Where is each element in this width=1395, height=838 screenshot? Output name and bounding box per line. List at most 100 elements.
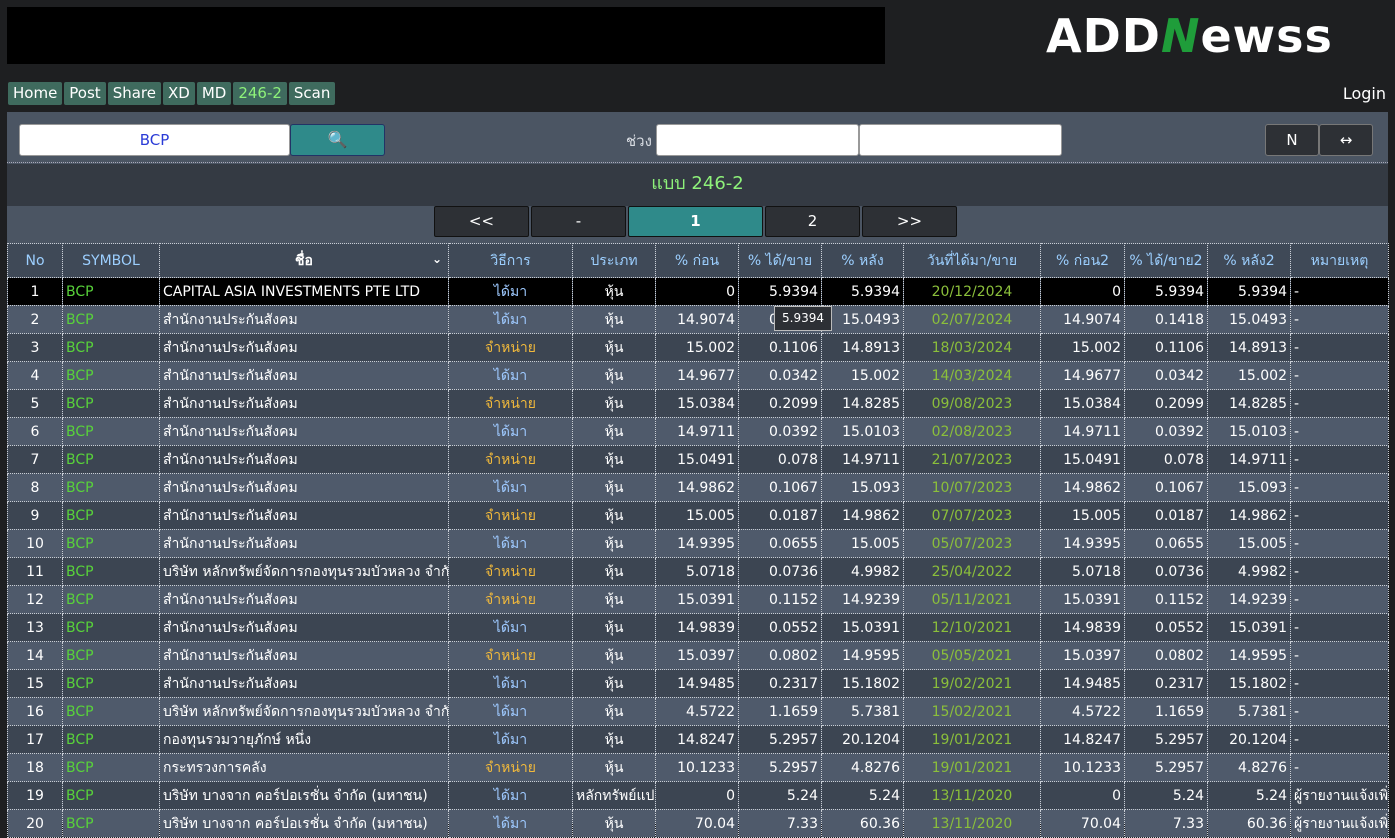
cell-b: 14.9677 [655, 361, 739, 390]
column-header[interactable]: ประเภท [572, 243, 656, 278]
chevron-down-icon[interactable]: ⌄ [432, 252, 442, 266]
table-row[interactable]: 9 BCP สำนักงานประกันสังคม จำหน่าย หุ้น 15.005… [7, 501, 1389, 530]
site-logo[interactable]: ADDNewss [1046, 6, 1384, 66]
cell-date: 25/04/2022 [903, 557, 1041, 586]
cell-a2: 15.093 [1207, 473, 1291, 502]
cell-b: 14.9485 [655, 669, 739, 698]
table-row[interactable]: 15 BCP สำนักงานประกันสังคม ได้มา หุ้น 14.9485… [7, 669, 1389, 698]
cell-b2: 14.9711 [1040, 417, 1125, 446]
cell-sym[interactable]: BCP [62, 501, 160, 530]
table-row[interactable]: 6 BCP สำนักงานประกันสังคม ได้มา หุ้น 14.9711 0… [7, 417, 1389, 446]
cell-sym[interactable]: BCP [62, 361, 160, 390]
column-header[interactable]: วิธีการ [448, 243, 573, 278]
table-row[interactable]: 19 BCP บริษัท บางจาก คอร์ปอเรชั่น จำกัด (ม… [7, 781, 1389, 810]
cell-date: 05/07/2023 [903, 529, 1041, 558]
cell-date: 05/05/2021 [903, 641, 1041, 670]
cell-no: 2 [7, 305, 63, 334]
cell-type: หุ้น [572, 725, 656, 754]
nav-item-xd[interactable]: XD [162, 82, 195, 105]
cell-date: 02/07/2024 [903, 305, 1041, 334]
table-row[interactable]: 3 BCP สำนักงานประกันสังคม จำหน่าย หุ้น 15.002… [7, 333, 1389, 362]
cell-sym[interactable]: BCP [62, 669, 160, 698]
table-row[interactable]: 12 BCP สำนักงานประกันสังคม จำหน่าย หุ้น 15.03… [7, 585, 1389, 614]
table-row[interactable]: 5 BCP สำนักงานประกันสังคม จำหน่าย หุ้น 15.038… [7, 389, 1389, 418]
column-header[interactable]: % หลัง [821, 243, 904, 278]
column-header[interactable]: % ก่อน [655, 243, 739, 278]
cell-sym[interactable]: BCP [62, 557, 160, 586]
page-prev-button[interactable]: - [531, 206, 626, 237]
cell-sym[interactable]: BCP [62, 641, 160, 670]
column-header[interactable]: % ได้/ขาย [738, 243, 822, 278]
symbol-search-input[interactable]: BCP [19, 124, 290, 156]
cell-sym[interactable]: BCP [62, 585, 160, 614]
column-header[interactable]: No [7, 243, 63, 278]
cell-b: 14.9074 [655, 305, 739, 334]
column-header[interactable]: SYMBOL [62, 243, 160, 278]
cell-note: - [1290, 529, 1389, 558]
table-row[interactable]: 14 BCP สำนักงานประกันสังคม จำหน่าย หุ้น 15.03… [7, 641, 1389, 670]
cell-sym[interactable]: BCP [62, 613, 160, 642]
cell-sym[interactable]: BCP [62, 529, 160, 558]
cell-a: 15.1802 [821, 669, 904, 698]
cell-b2: 14.9677 [1040, 361, 1125, 390]
nav-item-share[interactable]: Share [107, 82, 161, 105]
cell-sym[interactable]: BCP [62, 277, 160, 306]
nav-item-scan[interactable]: Scan [288, 82, 336, 105]
cell-sym[interactable]: BCP [62, 333, 160, 362]
cell-sym[interactable]: BCP [62, 781, 160, 810]
table-row[interactable]: 4 BCP สำนักงานประกันสังคม ได้มา หุ้น 14.9677 0… [7, 361, 1389, 390]
cell-a2: 15.0493 [1207, 305, 1291, 334]
cell-act: ได้มา [448, 305, 573, 334]
table-row[interactable]: 8 BCP สำนักงานประกันสังคม ได้มา หุ้น 14.9862 0… [7, 473, 1389, 502]
cell-sym[interactable]: BCP [62, 389, 160, 418]
table-row[interactable]: 18 BCP กระทรวงการคลัง จำหน่าย หุ้น 10.1233 5.2… [7, 753, 1389, 782]
column-header[interactable]: วันที่ได้มา/ขาย [903, 243, 1041, 278]
cell-b: 14.9839 [655, 613, 739, 642]
column-header[interactable]: % ได้/ขาย2 [1124, 243, 1208, 278]
cell-c: 0.1106 [738, 333, 822, 362]
nav-item-post[interactable]: Post [64, 82, 106, 105]
cell-b: 15.0491 [655, 445, 739, 474]
cell-type: หุ้น [572, 277, 656, 306]
search-button[interactable]: 🔍 [290, 124, 385, 156]
nav-item-md[interactable]: MD [196, 82, 232, 105]
cell-b: 10.1233 [655, 753, 739, 782]
column-header[interactable]: % ก่อน2 [1040, 243, 1125, 278]
table-row[interactable]: 13 BCP สำนักงานประกันสังคม ได้มา หุ้น 14.9839… [7, 613, 1389, 642]
n-button[interactable]: N [1265, 124, 1319, 156]
cell-sym[interactable]: BCP [62, 305, 160, 334]
table-row[interactable]: 1 BCP CAPITAL ASIA INVESTMENTS PTE LTD ได้ม… [7, 277, 1389, 306]
cell-act: จำหน่าย [448, 585, 573, 614]
cell-sym[interactable]: BCP [62, 725, 160, 754]
cell-sym[interactable]: BCP [62, 753, 160, 782]
table-row[interactable]: 7 BCP สำนักงานประกันสังคม จำหน่าย หุ้น 15.049… [7, 445, 1389, 474]
cell-note: ผู้รายงานแจ้งเพิ่มเติม [1290, 781, 1389, 810]
range-start-input[interactable] [656, 124, 859, 156]
column-header[interactable]: ชื่อ ⌄ [159, 243, 449, 278]
nav-item-246-2[interactable]: 246-2 [233, 82, 287, 105]
column-header-label: ชื่อ [295, 252, 313, 269]
cell-date: 02/08/2023 [903, 417, 1041, 446]
nav-item-home[interactable]: Home [8, 82, 63, 105]
page-1-button[interactable]: 1 [628, 206, 763, 237]
cell-sym[interactable]: BCP [62, 445, 160, 474]
cell-a: 15.0391 [821, 613, 904, 642]
page-2-button[interactable]: 2 [765, 206, 860, 237]
login-link[interactable]: Login [1343, 84, 1386, 103]
cell-sym[interactable]: BCP [62, 473, 160, 502]
table-row[interactable]: 2BCPสำนักงานประกันสังคมได้มาหุ้น14.90740… [7, 305, 1389, 334]
table-row[interactable]: 11 BCP บริษัท หลักทรัพย์จัดการกองทุนรวมบัว… [7, 557, 1389, 586]
cell-sym[interactable]: BCP [62, 417, 160, 446]
table-row[interactable]: 10 BCP สำนักงานประกันสังคม ได้มา หุ้น 14.9395… [7, 529, 1389, 558]
page-last-button[interactable]: >> [862, 206, 957, 237]
expand-arrow-button[interactable]: ↔ [1319, 124, 1373, 156]
table-row[interactable]: 17 BCP กองทุนรวมวายุภักษ์ หนึ่ง ได้มา หุ้น 14… [7, 725, 1389, 754]
table-row[interactable]: 16 BCP บริษัท หลักทรัพย์จัดการกองทุนรวมบัว… [7, 697, 1389, 726]
column-header[interactable]: หมายเหตุ [1290, 243, 1389, 278]
cell-sym[interactable]: BCP [62, 697, 160, 726]
page-first-button[interactable]: << [434, 206, 529, 237]
range-end-input[interactable] [859, 124, 1062, 156]
top-bar: ADDNewss [0, 0, 1395, 78]
cell-act: จำหน่าย [448, 557, 573, 586]
column-header[interactable]: % หลัง2 [1207, 243, 1291, 278]
